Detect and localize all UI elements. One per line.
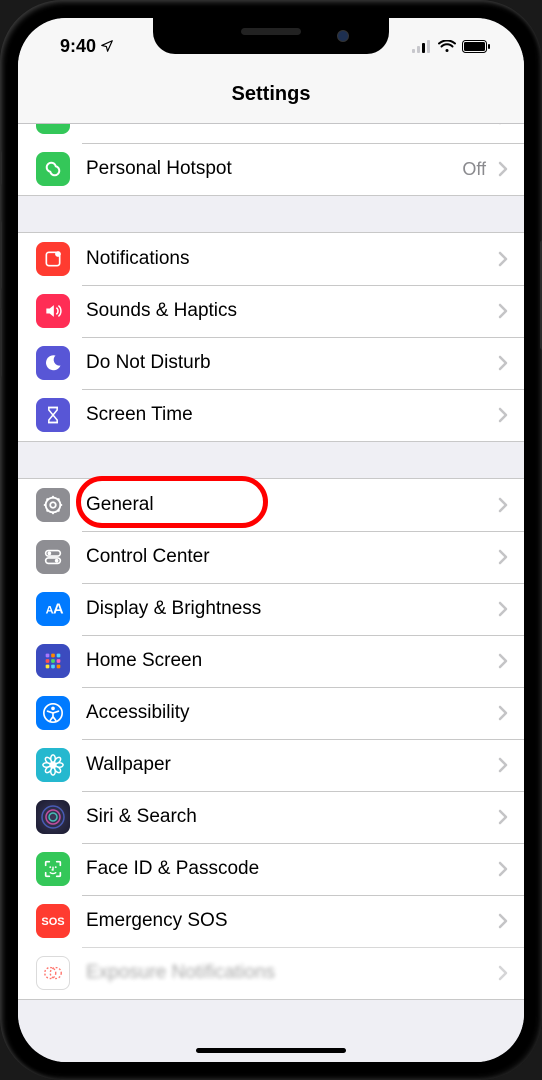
row-label: Face ID & Passcode — [70, 858, 492, 880]
hourglass-icon — [36, 398, 70, 432]
svg-text:SOS: SOS — [41, 916, 64, 928]
settings-row-wallpaper[interactable]: Wallpaper — [18, 739, 524, 791]
group-gap — [18, 442, 524, 478]
settings-row-siri[interactable]: Siri & Search — [18, 791, 524, 843]
row-label: Emergency SOS — [70, 910, 492, 932]
row-label: Control Center — [70, 546, 492, 568]
face-icon — [36, 852, 70, 886]
grid-icon — [36, 644, 70, 678]
text-size-icon: AA — [36, 592, 70, 626]
settings-row-cellular[interactable]: Cellular — [18, 124, 524, 143]
chevron-right-icon — [492, 303, 524, 319]
row-label: Siri & Search — [70, 806, 492, 828]
chevron-right-icon — [492, 407, 524, 423]
status-left: 9:40 — [46, 28, 114, 57]
chevron-right-icon — [492, 861, 524, 877]
row-label: Screen Time — [70, 404, 492, 426]
status-right — [412, 32, 496, 53]
siri-icon — [36, 800, 70, 834]
antenna-icon — [36, 124, 70, 134]
nav-bar: Settings — [18, 66, 524, 124]
chevron-right-icon — [492, 161, 524, 177]
sos-icon: SOS — [36, 904, 70, 938]
row-label: Notifications — [70, 248, 492, 270]
accessibility-icon — [36, 696, 70, 730]
settings-row-display[interactable]: AA Display & Brightness — [18, 583, 524, 635]
chevron-right-icon — [492, 913, 524, 929]
wifi-icon — [438, 40, 456, 53]
settings-row-sos[interactable]: SOS Emergency SOS — [18, 895, 524, 947]
row-label: General — [70, 494, 492, 516]
settings-row-notifications[interactable]: Notifications — [18, 233, 524, 285]
row-label: Exposure Notifications — [70, 962, 492, 984]
earpiece-speaker — [241, 28, 301, 35]
row-label: Cellular — [70, 124, 492, 128]
chevron-right-icon — [492, 497, 524, 513]
front-camera — [337, 30, 349, 42]
row-label: Accessibility — [70, 702, 492, 724]
mute-switch — [0, 150, 2, 186]
settings-row-accessibility[interactable]: Accessibility — [18, 687, 524, 739]
settings-group-connectivity: Cellular Personal Hotspot Off — [18, 124, 524, 196]
cellular-signal-icon — [412, 40, 432, 53]
screen: 9:40 — [18, 18, 524, 1062]
flower-icon — [36, 748, 70, 782]
switches-icon — [36, 540, 70, 574]
moon-icon — [36, 346, 70, 380]
page-title: Settings — [232, 83, 311, 106]
gear-icon — [36, 488, 70, 522]
row-label: Do Not Disturb — [70, 352, 492, 374]
volume-down-button — [0, 308, 2, 378]
settings-group-system: General Control Center AA Display & Brig… — [18, 478, 524, 1000]
chevron-right-icon — [492, 705, 524, 721]
battery-icon — [462, 40, 490, 53]
settings-group-alerts: Notifications Sounds & Haptics Do Not Di… — [18, 232, 524, 442]
notification-icon — [36, 242, 70, 276]
phone-frame: 9:40 — [0, 0, 542, 1080]
volume-up-button — [0, 220, 2, 290]
exposure-icon — [36, 956, 70, 990]
group-gap — [18, 196, 524, 232]
settings-list[interactable]: Cellular Personal Hotspot Off — [18, 124, 524, 1062]
chevron-right-icon — [492, 653, 524, 669]
chevron-right-icon — [492, 124, 524, 125]
chevron-right-icon — [492, 809, 524, 825]
chevron-right-icon — [492, 601, 524, 617]
chevron-right-icon — [492, 355, 524, 371]
status-time: 9:40 — [60, 36, 96, 57]
chevron-right-icon — [492, 549, 524, 565]
home-indicator[interactable] — [196, 1048, 346, 1053]
settings-row-screentime[interactable]: Screen Time — [18, 389, 524, 441]
chevron-right-icon — [492, 251, 524, 267]
chevron-right-icon — [492, 965, 524, 981]
svg-text:A: A — [53, 602, 64, 618]
row-label: Sounds & Haptics — [70, 300, 492, 322]
settings-row-hotspot[interactable]: Personal Hotspot Off — [18, 143, 524, 195]
row-label: Display & Brightness — [70, 598, 492, 620]
settings-row-general[interactable]: General — [18, 479, 524, 531]
speaker-icon — [36, 294, 70, 328]
row-label: Home Screen — [70, 650, 492, 672]
link-icon — [36, 152, 70, 186]
row-label: Personal Hotspot — [70, 158, 462, 180]
notch — [153, 18, 389, 54]
settings-row-faceid[interactable]: Face ID & Passcode — [18, 843, 524, 895]
settings-row-controlcenter[interactable]: Control Center — [18, 531, 524, 583]
location-arrow-icon — [100, 39, 114, 53]
settings-row-dnd[interactable]: Do Not Disturb — [18, 337, 524, 389]
settings-row-sounds[interactable]: Sounds & Haptics — [18, 285, 524, 337]
chevron-right-icon — [492, 757, 524, 773]
row-value: Off — [462, 159, 492, 180]
row-label: Wallpaper — [70, 754, 492, 776]
settings-row-homescreen[interactable]: Home Screen — [18, 635, 524, 687]
settings-row-exposure[interactable]: Exposure Notifications — [18, 947, 524, 999]
